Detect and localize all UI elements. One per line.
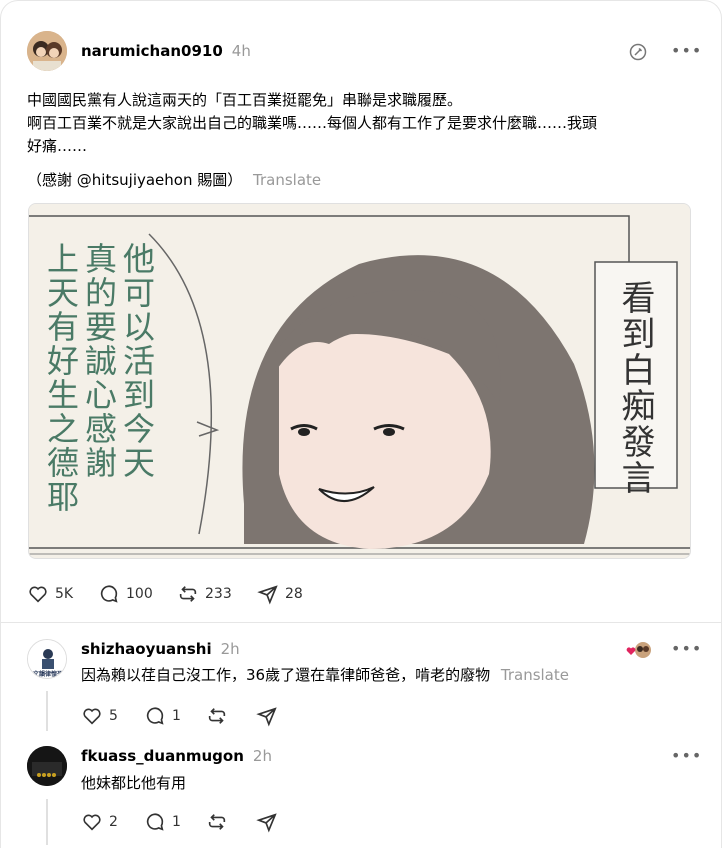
- post-card: narumichan0910 4h ••• 中國國民黨有人說這兩天的「百工百業挺…: [0, 0, 722, 848]
- speech-text-col-3: 上天有好生之德耶: [42, 242, 80, 514]
- more-horizontal-icon[interactable]: •••: [671, 746, 702, 765]
- like-action[interactable]: 5K: [27, 583, 73, 605]
- more-horizontal-icon[interactable]: •••: [671, 639, 702, 658]
- post-line-1: 中國國民黨有人說這兩天的「百工百業挺罷免」串聯是求職履歷。: [27, 91, 463, 109]
- reply-reply-action[interactable]: 1: [144, 811, 181, 833]
- reply-action[interactable]: 100: [98, 583, 153, 605]
- like-count: 2: [109, 814, 118, 830]
- share-count: 28: [285, 586, 303, 602]
- paper-plane-icon: [256, 813, 277, 833]
- post-line-2: 啊百工百業不就是大家說出自己的職業嗎……每個人都有工作了是要求什麼職……我頭: [27, 114, 598, 132]
- repost-icon: [208, 814, 226, 830]
- reply-header: fkuass_duanmugon 2h: [81, 747, 272, 765]
- reply-count: 100: [126, 586, 153, 602]
- reply-username[interactable]: fkuass_duanmugon: [81, 747, 244, 765]
- more-horizontal-icon[interactable]: •••: [671, 41, 702, 60]
- thread-line: [46, 799, 48, 845]
- edit-circle-icon[interactable]: [628, 42, 648, 66]
- speech-text-col-1: 他可以活到今天: [118, 242, 156, 480]
- translate-link[interactable]: Translate: [253, 171, 321, 189]
- post-image[interactable]: 他可以活到今天 真的要誠心感謝 上天有好生之德耶 看到白痴發言: [28, 203, 691, 559]
- post-header: narumichan0910 4h: [81, 42, 251, 60]
- translate-link[interactable]: Translate: [501, 666, 569, 684]
- avatar-caption: 文韻律惶恐: [32, 671, 63, 678]
- like-count: 5K: [55, 586, 74, 602]
- timestamp[interactable]: 4h: [232, 42, 251, 60]
- paper-plane-icon: [256, 707, 277, 727]
- speech-bubble-icon: [100, 585, 118, 603]
- reply-text-line: 因為賴以荏自己沒工作，36歲了還在靠律師爸爸，啃老的廢物 Translate: [81, 664, 569, 687]
- paper-plane-icon: [257, 585, 278, 605]
- repost-count: 233: [205, 586, 232, 602]
- repost-icon: [179, 586, 197, 602]
- post-credit: （感謝 @hitsujiyaehon 賜圖）: [27, 171, 243, 189]
- reply-timestamp[interactable]: 2h: [253, 747, 272, 765]
- box-text: 看到白痴發言: [615, 280, 655, 496]
- reply-text-line: 他妹都比他有用: [81, 772, 186, 795]
- post-body: 中國國民黨有人說這兩天的「百工百業挺罷免」串聯是求職履歷。 啊百工百業不就是大家…: [27, 89, 697, 158]
- heart-icon: [83, 708, 101, 725]
- reply-count: 1: [172, 708, 181, 724]
- liked-by-author-avatar: [625, 641, 653, 659]
- reply-like-action[interactable]: 5: [81, 705, 118, 727]
- speech-bubble-icon: [146, 813, 164, 831]
- reply-header: shizhaoyuanshi 2h: [81, 640, 240, 658]
- reply-text: 因為賴以荏自己沒工作，36歲了還在靠律師爸爸，啃老的廢物: [81, 666, 491, 684]
- speech-bubble-icon: [146, 707, 164, 725]
- reply-text: 他妹都比他有用: [81, 774, 187, 792]
- thread-line: [46, 691, 48, 731]
- divider: [1, 622, 722, 623]
- username[interactable]: narumichan0910: [81, 42, 223, 60]
- heart-icon: [83, 814, 101, 831]
- post-line-3: 好痛……: [27, 137, 88, 155]
- repost-action[interactable]: 233: [177, 583, 232, 605]
- reply-reply-action[interactable]: 1: [144, 705, 181, 727]
- reply-avatar[interactable]: 文韻律惶恐: [27, 639, 67, 679]
- repost-icon: [208, 708, 226, 724]
- reply-repost-action[interactable]: [206, 705, 228, 727]
- reply-share-action[interactable]: [256, 811, 278, 833]
- reply-count: 1: [172, 814, 181, 830]
- post-credit-line: （感謝 @hitsujiyaehon 賜圖） Translate: [27, 169, 321, 192]
- user-avatar[interactable]: [27, 31, 67, 71]
- reply-share-action[interactable]: [256, 705, 278, 727]
- heart-icon: [29, 586, 47, 603]
- reply-repost-action[interactable]: [206, 811, 228, 833]
- reply-timestamp[interactable]: 2h: [221, 640, 240, 658]
- share-action[interactable]: 28: [257, 583, 303, 605]
- speech-text-col-2: 真的要誠心感謝: [80, 242, 118, 480]
- reply-like-action[interactable]: 2: [81, 811, 118, 833]
- like-count: 5: [109, 708, 118, 724]
- reply-avatar[interactable]: [27, 746, 67, 786]
- reply-username[interactable]: shizhaoyuanshi: [81, 640, 212, 658]
